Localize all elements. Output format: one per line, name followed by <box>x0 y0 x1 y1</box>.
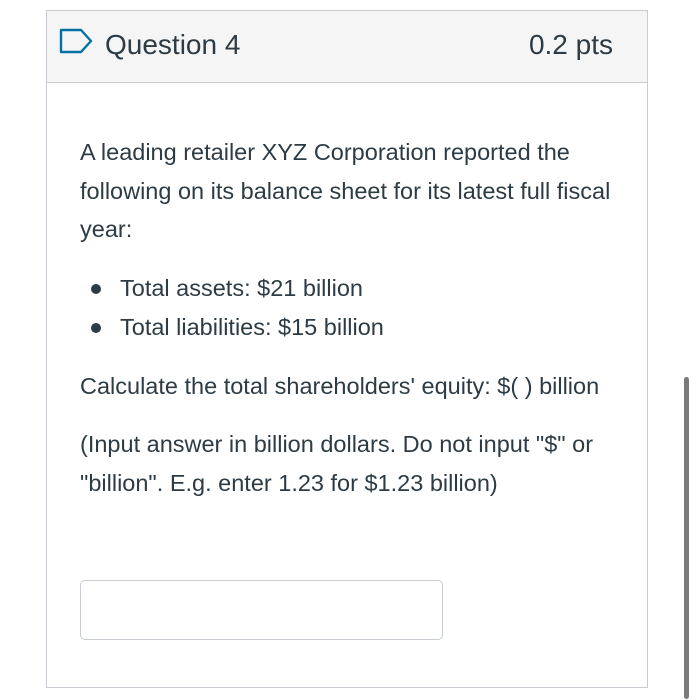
question-instructions: (Input answer in billion dollars. Do not… <box>80 431 594 496</box>
question-intro: A leading retailer XYZ Corporation repor… <box>80 139 611 242</box>
question-header: Question 4 0.2 pts <box>47 11 647 83</box>
question-body: A leading retailer XYZ Corporation repor… <box>80 133 620 502</box>
list-item: Total liabilities: $15 billion <box>80 308 620 347</box>
flag-icon[interactable] <box>59 28 95 54</box>
question-points: 0.2 pts <box>528 29 613 60</box>
bullet-icon <box>91 322 101 333</box>
bullet-label: Total assets: $21 billion <box>120 274 363 301</box>
answer-input[interactable] <box>80 580 443 640</box>
scrollbar[interactable] <box>684 377 689 699</box>
question-prompt: Calculate the total shareholders' equity… <box>80 372 600 399</box>
bullet-label: Total liabilities: $15 billion <box>120 313 384 340</box>
list-item: Total assets: $21 billion <box>80 269 620 308</box>
bullet-icon <box>91 283 101 294</box>
question-card: Question 4 0.2 pts A leading retailer XY… <box>46 10 648 688</box>
question-title: Question 4 <box>105 29 241 60</box>
bullet-list: Total assets: $21 billion Total liabilit… <box>80 269 620 347</box>
